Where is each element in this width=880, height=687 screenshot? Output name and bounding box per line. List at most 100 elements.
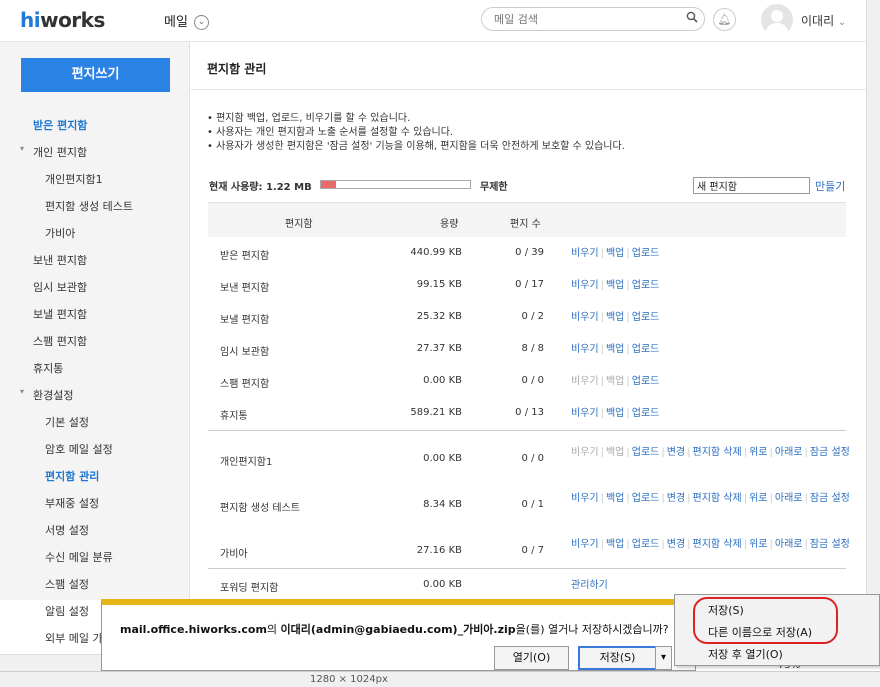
sidebar-item[interactable]: 편지함 관리 — [45, 468, 99, 484]
folder-action-link[interactable]: 위로 — [749, 539, 767, 550]
folder-action-link[interactable]: 업로드 — [632, 447, 660, 458]
hiworks-logo[interactable]: hiworks — [20, 8, 105, 32]
sidebar-item[interactable]: 보낼 편지함 — [33, 306, 87, 322]
folder-action-link[interactable]: 업로드 — [632, 344, 660, 355]
folder-action-link[interactable]: 변경 — [667, 539, 685, 550]
sidebar-item[interactable]: 개인편지함1 — [45, 171, 103, 187]
folder-action-link[interactable]: 관리하기 — [571, 580, 608, 591]
sidebar-item[interactable]: 스팸 설정 — [45, 576, 89, 592]
search-input[interactable] — [481, 7, 705, 31]
folder-action-link[interactable]: 위로 — [749, 447, 767, 458]
sidebar-item[interactable]: 서명 설정 — [45, 522, 89, 538]
folder-size: 99.15 KB — [416, 279, 462, 290]
expand-icon[interactable]: ▾ — [20, 144, 24, 153]
folder-action-link[interactable]: 비우기 — [571, 493, 599, 504]
folder-action-link[interactable]: 업로드 — [632, 408, 660, 419]
open-button[interactable]: 열기(O) — [494, 646, 569, 670]
sidebar-item[interactable]: 받은 편지함 — [33, 117, 87, 133]
sidebar-item[interactable]: 스팸 편지함 — [33, 333, 87, 349]
folder-action-link[interactable]: 업로드 — [632, 539, 660, 550]
image-dimensions: 1280 × 1024px — [310, 674, 388, 685]
sidebar-item[interactable]: 알림 설정 — [45, 603, 89, 619]
avatar[interactable] — [761, 4, 793, 36]
folder-action-link[interactable]: 변경 — [667, 493, 685, 504]
folder-action-link[interactable]: 비우기 — [571, 248, 599, 259]
save-dropdown-arrow[interactable]: ▾ — [655, 646, 672, 670]
folder-action-link[interactable]: 잠금 설정 — [810, 447, 850, 458]
folder-action-link[interactable]: 백업 — [606, 312, 624, 323]
sidebar-item-label: 편지함 관리 — [45, 470, 100, 483]
folder-name: 편지함 생성 테스트 — [220, 503, 300, 514]
menu-item-save-and-open[interactable]: 저장 후 열기(O) — [708, 646, 783, 662]
sidebar-item[interactable]: 휴지통 — [33, 360, 63, 376]
folder-action-link[interactable]: 편지함 삭제 — [693, 493, 742, 504]
sidebar-item[interactable]: 수신 메일 분류 — [45, 549, 113, 565]
column-header-count: 편지 수 — [510, 219, 541, 230]
sidebar-item[interactable]: 외부 메일 가 — [45, 630, 103, 646]
sidebar-item-label: 스팸 설정 — [45, 578, 89, 591]
folder-action-link[interactable]: 아래로 — [775, 539, 803, 550]
folder-action-link[interactable]: 백업 — [606, 344, 624, 355]
folder-action-link[interactable]: 백업 — [606, 539, 624, 550]
sidebar-item-label: 외부 메일 가 — [45, 632, 103, 645]
folder-action-link[interactable]: 비우기 — [571, 312, 599, 323]
sidebar-item[interactable]: 가비아 — [45, 225, 75, 241]
chevron-down-icon[interactable]: ⌄ — [194, 15, 210, 30]
sidebar-item[interactable]: 보낸 편지함 — [33, 252, 87, 268]
sidebar-item-label: 스팸 편지함 — [33, 335, 88, 348]
new-folder-input[interactable] — [693, 177, 810, 194]
table-row: 스팸 편지함 0.00 KB 0 / 0 비우기 | 백업 | 업로드 — [208, 373, 846, 401]
sidebar-item-label: 기본 설정 — [45, 416, 89, 429]
folder-action-link[interactable]: 업로드 — [632, 280, 660, 291]
create-folder-link[interactable]: 만들기 — [815, 178, 845, 194]
folder-action-link[interactable]: 비우기 — [571, 539, 599, 550]
folder-action-link[interactable]: 잠금 설정 — [810, 539, 850, 550]
folder-action-link[interactable]: 백업 — [606, 280, 624, 291]
table-row: 개인편지함1 0.00 KB 0 / 0 비우기 | 백업 | 업로드 | 변경 | 편지함 삭제 | 위… — [208, 446, 850, 474]
scrollbar[interactable] — [866, 0, 880, 600]
sidebar-item[interactable]: 암호 메일 설정 — [45, 441, 113, 457]
message-count: 0 / 2 — [521, 311, 544, 322]
sidebar-item[interactable]: ▾ 환경설정 — [20, 387, 73, 403]
sidebar-item[interactable]: 편지함 생성 테스트 — [45, 198, 133, 214]
save-button[interactable]: 저장(S) — [578, 646, 657, 670]
folder-action-link[interactable]: 편지함 삭제 — [693, 447, 742, 458]
folder-action-link[interactable]: 백업 — [606, 408, 624, 419]
mail-menu[interactable]: 메일 ⌄ — [164, 11, 210, 30]
folder-action-link[interactable]: 비우기 — [571, 280, 599, 291]
sidebar-item-label: 보낸 편지함 — [33, 254, 88, 267]
folder-name: 받은 편지함 — [220, 251, 270, 262]
search-icon[interactable] — [686, 11, 698, 23]
folder-action-link[interactable]: 편지함 삭제 — [693, 539, 742, 550]
folder-action-link[interactable]: 업로드 — [632, 376, 660, 387]
main-panel: 편지함 관리 • 편지함 백업, 업로드, 비우기를 할 수 있습니다. • 사… — [191, 42, 866, 600]
folder-action-link[interactable]: 비우기 — [571, 344, 599, 355]
folder-size: 8.34 KB — [423, 499, 462, 510]
bell-icon[interactable]: 🔔︎ — [713, 8, 736, 31]
folder-action-link[interactable]: 업로드 — [632, 493, 660, 504]
folder-action-link[interactable]: 아래로 — [775, 493, 803, 504]
sidebar-item[interactable]: 기본 설정 — [45, 414, 89, 430]
folder-action-link[interactable]: 위로 — [749, 493, 767, 504]
folder-size: 25.32 KB — [416, 311, 462, 322]
folder-action-link[interactable]: 백업 — [606, 493, 624, 504]
user-menu[interactable]: 이대리 ⌄ — [801, 12, 846, 29]
folder-name: 개인편지함1 — [220, 457, 273, 468]
folder-size: 27.16 KB — [416, 545, 462, 556]
sidebar-item[interactable]: 부재중 설정 — [45, 495, 99, 511]
sidebar-item-label: 부재중 설정 — [45, 497, 100, 510]
sidebar-item[interactable]: 임시 보관함 — [33, 279, 87, 295]
folder-action-link[interactable]: 아래로 — [775, 447, 803, 458]
folder-actions: 비우기 | 백업 | 업로드 — [571, 312, 660, 323]
expand-icon[interactable]: ▾ — [20, 387, 24, 396]
folder-action-link[interactable]: 잠금 설정 — [810, 493, 850, 504]
compose-button[interactable]: 편지쓰기 — [21, 58, 170, 92]
folder-action-link[interactable]: 업로드 — [632, 312, 660, 323]
folder-actions: 비우기 | 백업 | 업로드 | 변경 | 편지함 삭제 | 위로 | 아래로 | 잠금 설정 — [571, 493, 850, 504]
folder-action-link[interactable]: 비우기 — [571, 408, 599, 419]
folder-action-link[interactable]: 변경 — [667, 447, 685, 458]
folder-action-link[interactable]: 백업 — [606, 248, 624, 259]
table-row: 휴지통 589.21 KB 0 / 13 비우기 | 백업 | 업로드 — [208, 405, 846, 433]
sidebar-item[interactable]: ▾ 개인 편지함 — [20, 144, 87, 160]
folder-action-link[interactable]: 업로드 — [632, 248, 660, 259]
